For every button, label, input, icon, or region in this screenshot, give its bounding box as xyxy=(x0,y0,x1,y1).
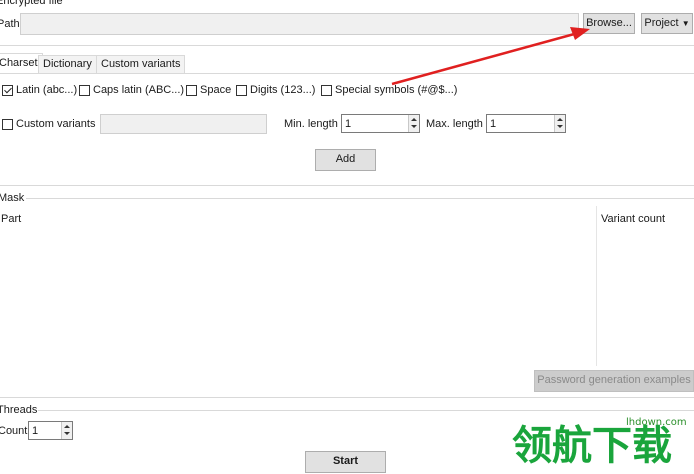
annotation-arrow-icon xyxy=(391,27,590,86)
watermark-cn-text: 领航下载 xyxy=(512,423,672,469)
